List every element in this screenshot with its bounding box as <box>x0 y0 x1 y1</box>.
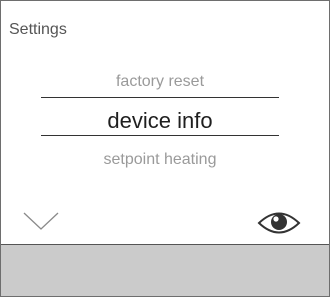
selection-divider-bottom <box>41 135 279 136</box>
thermostat-device: Settings factory reset device info setpo… <box>0 0 330 297</box>
page-title: Settings <box>9 21 67 38</box>
menu-item-next[interactable]: setpoint heating <box>41 150 279 170</box>
menu-item-selected[interactable]: device info <box>41 108 279 134</box>
selection-divider-top <box>41 97 279 98</box>
eye-icon[interactable] <box>256 208 302 238</box>
bottom-bar <box>1 244 329 296</box>
menu-item-previous[interactable]: factory reset <box>41 72 279 92</box>
chevron-down-icon[interactable] <box>23 211 59 231</box>
display-screen: Settings factory reset device info setpo… <box>1 1 329 244</box>
